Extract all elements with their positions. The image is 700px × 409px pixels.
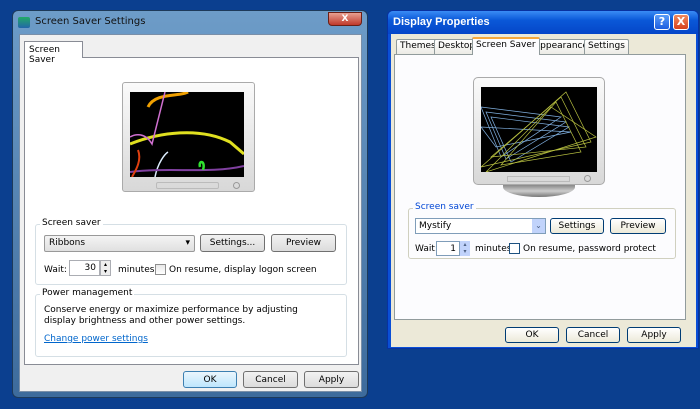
title-bar: Display Properties ? X — [388, 11, 698, 34]
tab-settings[interactable]: Settings — [584, 39, 629, 54]
monitor-stand — [503, 185, 575, 197]
screen-saver-group: Screen saver Ribbons ▾ Settings... Previ… — [35, 218, 347, 285]
wait-label: Wait: — [44, 265, 67, 275]
mystify-graphic — [481, 91, 597, 172]
tab-panel: Screen saver Ribbons ▾ Settings... Previ… — [24, 57, 359, 365]
power-management-group: Power management Conserve energy or maxi… — [35, 288, 347, 357]
ribbons-graphic — [130, 92, 244, 177]
dropdown-value: Mystify — [419, 221, 452, 231]
monitor-preview — [473, 77, 605, 185]
chevron-down-icon: ▾ — [185, 238, 190, 248]
help-button[interactable]: ? — [654, 14, 670, 30]
chevron-down-icon: ⌄ — [532, 219, 545, 233]
group-label: Screen saver — [40, 218, 103, 228]
ribbons-preview-screen — [130, 92, 244, 177]
wait-spinner[interactable]: ▴ ▾ — [100, 260, 111, 276]
preview-button[interactable]: Preview — [610, 218, 666, 234]
display-properties-window: Display Properties ? X Themes Desktop Sc… — [387, 10, 699, 349]
apply-button[interactable]: Apply — [304, 371, 359, 388]
wait-minutes-input[interactable]: 30 — [69, 260, 100, 276]
screen-saver-settings-window: Screen Saver Settings X Screen Saver Scr… — [12, 10, 368, 398]
dialog-client: Themes Desktop Screen Saver Appearance S… — [391, 34, 696, 347]
wait-spinner[interactable]: ▴ ▾ — [460, 241, 470, 256]
resume-logon-label: On resume, display logon screen — [169, 265, 317, 275]
wait-minutes-input[interactable]: 1 — [436, 241, 460, 256]
minutes-label: minutes — [118, 265, 155, 275]
cancel-button[interactable]: Cancel — [566, 327, 620, 343]
tab-screen-saver[interactable]: Screen Saver — [472, 37, 540, 55]
group-label: Screen saver — [413, 202, 476, 212]
monitor-base-bar — [156, 182, 219, 189]
monitor-preview — [122, 82, 255, 192]
monitor-base-bar — [507, 176, 570, 182]
screen-saver-dropdown[interactable]: Mystify ⌄ — [415, 218, 546, 234]
mystify-preview-screen — [481, 87, 597, 172]
cancel-button[interactable]: Cancel — [243, 371, 298, 388]
dialog-client: Screen Saver Screen saver Ribbons ▾ Sett… — [19, 34, 362, 392]
ok-button[interactable]: OK — [505, 327, 559, 343]
settings-button[interactable]: Settings... — [200, 234, 265, 252]
wait-label: Wait: — [415, 244, 438, 254]
close-button[interactable]: X — [328, 12, 362, 26]
minutes-label: minutes — [475, 244, 512, 254]
password-protect-checkbox[interactable] — [509, 243, 520, 254]
tab-panel: Screen saver Mystify ⌄ Settings Preview … — [394, 54, 686, 320]
screen-saver-dropdown[interactable]: Ribbons ▾ — [44, 235, 195, 252]
screen-saver-group: Screen saver Mystify ⌄ Settings Preview … — [408, 202, 676, 259]
change-power-settings-link[interactable]: Change power settings — [44, 334, 148, 344]
power-description: Conserve energy or maximize performance … — [44, 305, 298, 326]
apply-button[interactable]: Apply — [627, 327, 681, 343]
power-button-icon — [584, 175, 591, 182]
password-protect-label: On resume, password protect — [523, 244, 656, 254]
window-title: Display Properties — [393, 16, 490, 28]
resume-logon-checkbox[interactable] — [155, 264, 166, 275]
screen-saver-app-icon — [18, 17, 30, 28]
ok-button[interactable]: OK — [183, 371, 237, 388]
close-button[interactable]: X — [673, 14, 689, 30]
settings-button[interactable]: Settings — [550, 218, 604, 234]
window-title: Screen Saver Settings — [35, 16, 146, 27]
power-button-icon — [233, 182, 240, 189]
tab-screen-saver[interactable]: Screen Saver — [24, 41, 83, 65]
group-label: Power management — [40, 288, 135, 298]
dropdown-value: Ribbons — [49, 238, 86, 248]
preview-button[interactable]: Preview — [271, 234, 336, 252]
